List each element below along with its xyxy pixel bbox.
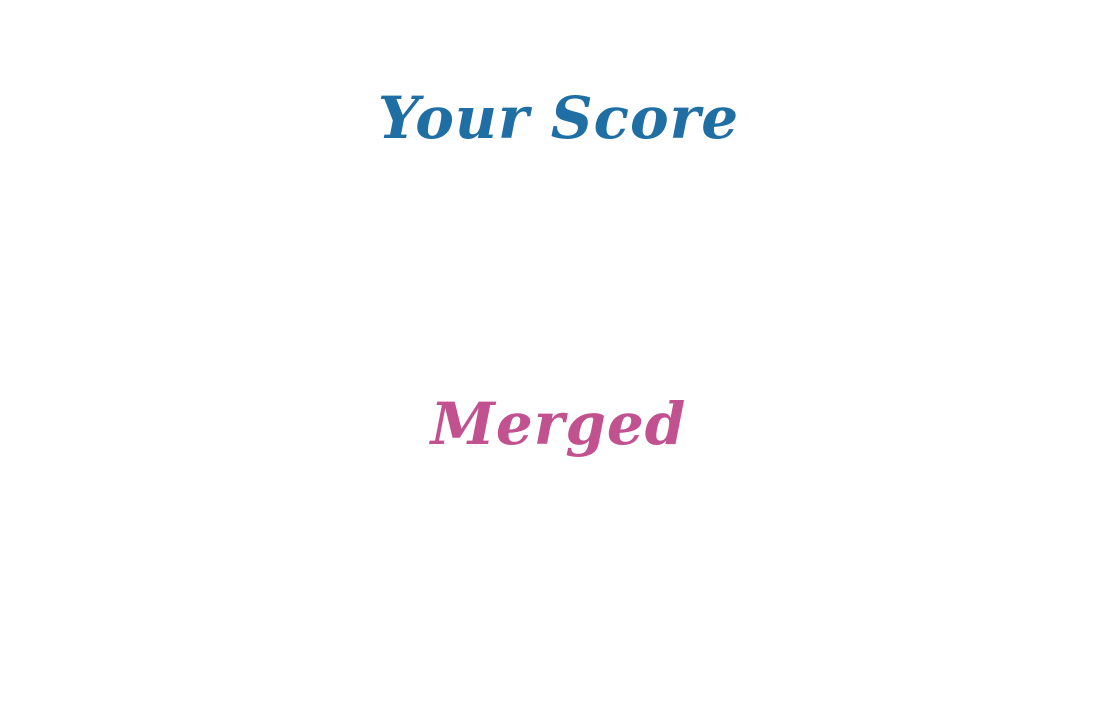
score-screen: Your Score Merged [0,0,1117,717]
score-title: Your Score [377,84,740,152]
result-label: Merged [430,390,687,458]
